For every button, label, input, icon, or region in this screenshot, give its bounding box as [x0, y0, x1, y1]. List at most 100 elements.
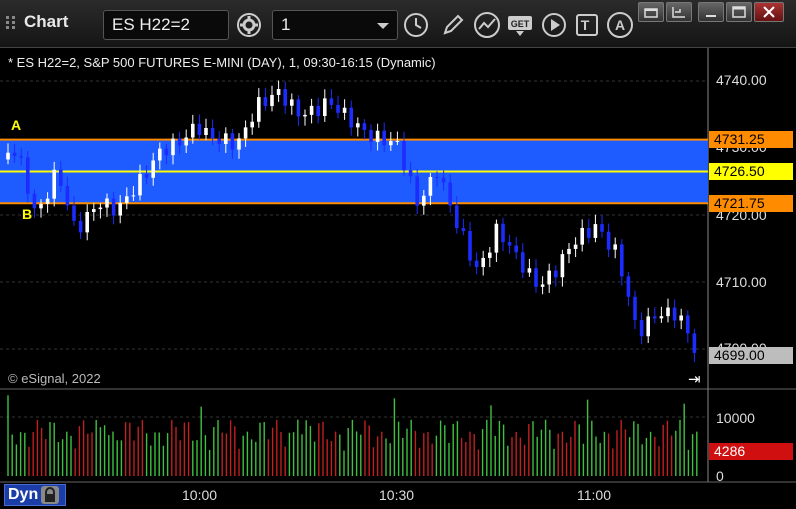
candle-body: [389, 141, 393, 146]
tile-icon: [672, 7, 685, 18]
candle-body: [375, 130, 380, 142]
candle-body: [65, 185, 70, 206]
volume-tick-10000: 10000: [716, 410, 755, 426]
candle-body: [461, 228, 466, 232]
chevron-down-icon: [377, 23, 389, 29]
text-icon[interactable]: T: [572, 10, 602, 40]
candle-body: [144, 173, 149, 178]
window-title: Chart: [4, 12, 68, 32]
candle-body: [382, 130, 386, 146]
candle-body: [230, 133, 235, 150]
candle-body: [521, 252, 525, 273]
time-tick-1000: 10:00: [182, 487, 218, 503]
candle-body: [296, 99, 301, 117]
candle-body: [488, 252, 492, 258]
price-tick-4710: 4710.00: [716, 274, 767, 290]
candle-body: [639, 320, 644, 337]
price-chart[interactable]: [0, 48, 796, 508]
level-upper-tag: 4731.25: [709, 131, 793, 148]
candle-body: [527, 268, 532, 273]
candle-body: [45, 198, 50, 204]
candle-body: [686, 315, 690, 334]
clock-icon[interactable]: [401, 10, 431, 40]
chart-panel[interactable]: [0, 48, 796, 508]
candle-body: [19, 156, 23, 158]
candle-body: [276, 89, 281, 95]
svg-text:A: A: [615, 17, 625, 33]
candle-body: [184, 137, 188, 146]
last-volume-tag: 4286: [709, 443, 793, 460]
candle-body: [349, 107, 353, 128]
candle-body: [481, 257, 485, 268]
candle-body: [59, 169, 63, 186]
close-icon: [763, 6, 775, 18]
marker-a-label: A: [11, 117, 22, 133]
candle-body: [606, 231, 611, 250]
candle-body: [39, 203, 43, 209]
candle-body: [580, 227, 584, 245]
candle-body: [626, 276, 631, 297]
candle-body: [653, 316, 657, 319]
candle-body: [402, 140, 406, 171]
candle-body: [672, 307, 677, 321]
close-button[interactable]: [754, 2, 784, 22]
candle-body: [111, 198, 116, 216]
candle-body: [600, 224, 604, 232]
candle-body: [448, 182, 452, 206]
candle-body: [204, 128, 208, 135]
candle-body: [52, 169, 56, 199]
candle-body: [6, 152, 10, 160]
candle-body: [72, 205, 76, 221]
svg-text:GET: GET: [511, 19, 530, 29]
grip-icon: [6, 16, 15, 29]
candle-body: [455, 205, 459, 229]
candle-body: [210, 128, 215, 139]
study-icon[interactable]: [472, 10, 502, 40]
candle-body: [263, 97, 268, 107]
candle-body: [257, 97, 261, 122]
candle-body: [692, 333, 697, 353]
symbol-dropdown[interactable]: ES H22=2: [103, 10, 229, 40]
candle-body: [547, 270, 551, 285]
candle-body: [441, 177, 446, 183]
restore-button[interactable]: [638, 2, 664, 22]
interval-dropdown[interactable]: 1: [272, 10, 398, 40]
candle-body: [468, 231, 472, 261]
minimize-icon: [706, 15, 716, 17]
time-tick-1100: 11:00: [577, 487, 611, 503]
maximize-button[interactable]: [726, 2, 752, 22]
chart-legend: * ES H22=2, S&P 500 FUTURES E-MINI (DAY)…: [8, 55, 436, 70]
candle-body: [567, 248, 571, 255]
candle-body: [158, 148, 162, 161]
candle-body: [501, 223, 505, 243]
candle-body: [573, 244, 578, 249]
candle-body: [474, 260, 479, 268]
candle-body: [323, 98, 327, 117]
candle-body: [415, 176, 419, 206]
get-icon[interactable]: GET: [505, 10, 535, 40]
play-icon[interactable]: [539, 10, 569, 40]
dynamic-mode-button[interactable]: Dyn: [4, 484, 66, 506]
minimize-button[interactable]: [698, 2, 724, 22]
pencil-icon[interactable]: [438, 10, 468, 40]
maximize-icon: [732, 6, 746, 18]
candle-body: [131, 195, 136, 197]
tile-button[interactable]: [666, 2, 692, 22]
candle-body: [336, 104, 340, 113]
level-mid-tag: 4726.50: [709, 163, 793, 180]
candle-body: [250, 121, 254, 128]
alert-icon[interactable]: A: [605, 10, 635, 40]
candle-body: [395, 140, 400, 142]
candle-body: [316, 105, 320, 117]
candle-body: [171, 138, 175, 156]
candle-body: [514, 245, 518, 253]
candle-body: [270, 94, 274, 107]
scroll-to-end-icon[interactable]: ⇥: [688, 370, 701, 388]
candle-body: [369, 129, 373, 142]
svg-text:T: T: [581, 17, 590, 33]
candle-body: [679, 315, 683, 321]
candle-body: [118, 202, 122, 216]
symbol-value: ES H22=2: [112, 15, 190, 34]
candle-body: [32, 193, 37, 209]
settings-gear-icon[interactable]: [234, 10, 264, 40]
